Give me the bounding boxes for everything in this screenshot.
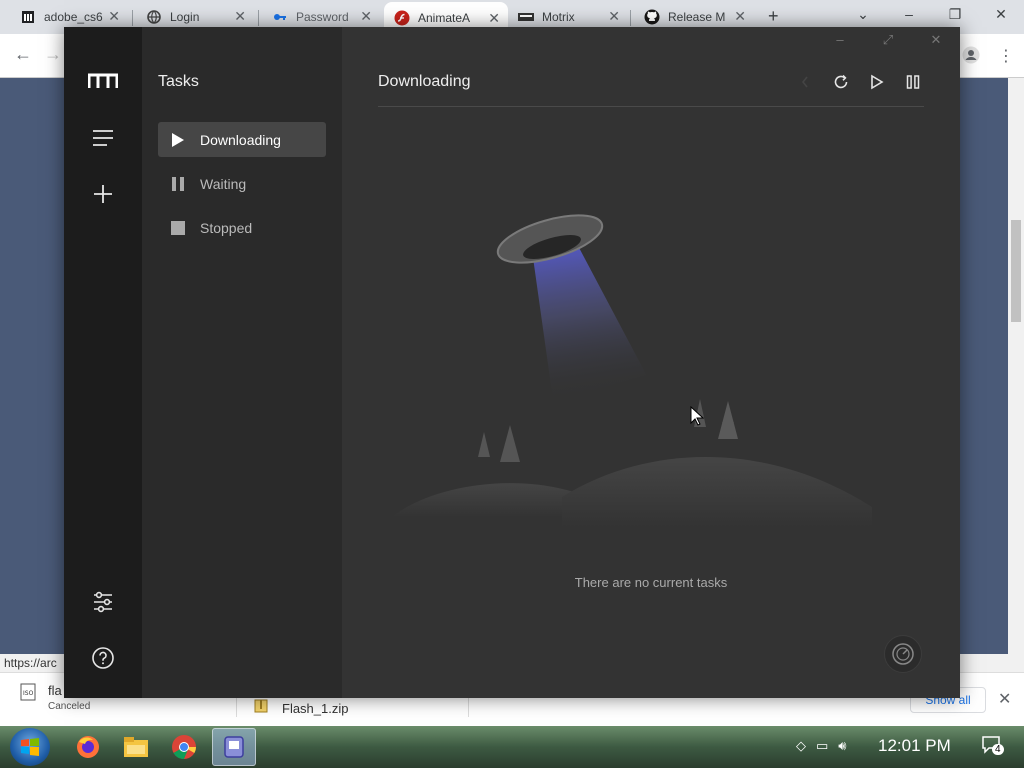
restore-icon[interactable]: ❐: [932, 0, 978, 30]
task-actions: [796, 73, 922, 91]
sidebar-title: Tasks: [158, 73, 199, 90]
chrome-taskbar-button[interactable]: [162, 728, 206, 766]
back-icon[interactable]: ←: [14, 44, 32, 65]
globe-icon: [146, 9, 162, 25]
firefox-icon: [77, 736, 99, 758]
add-task-icon[interactable]: [88, 179, 118, 209]
sidebar-item-downloading[interactable]: Downloading: [158, 122, 326, 157]
motrix-icon: [518, 9, 534, 25]
back-icon[interactable]: [796, 73, 814, 91]
empty-message: There are no current tasks: [574, 575, 728, 590]
firefox-taskbar-button[interactable]: [66, 728, 110, 766]
tab-label: Password: [296, 10, 349, 24]
sidebar-item-label: Waiting: [200, 175, 247, 192]
tab-label: AnimateA: [418, 11, 471, 25]
sidebar-item-label: Stopped: [200, 219, 253, 236]
tab-separator: [132, 10, 133, 26]
speedometer-button[interactable]: [884, 635, 922, 673]
vertical-scrollbar[interactable]: [1008, 78, 1024, 654]
taskbar-clock[interactable]: 12:01 PM: [878, 736, 951, 756]
start-button[interactable]: [10, 728, 50, 766]
notification-icon[interactable]: 4: [982, 736, 1004, 759]
zip-file-icon: [254, 699, 268, 716]
tab-label: Motrix: [542, 10, 575, 24]
refresh-icon[interactable]: [832, 73, 850, 91]
minimize-icon[interactable]: –: [816, 27, 864, 55]
key-icon: [272, 9, 288, 25]
notification-count: 4: [992, 744, 1004, 755]
windows-taskbar: ◇ ▭ 🔊︎ 12:01 PM 4: [0, 726, 1024, 768]
menu-icon[interactable]: [88, 123, 118, 153]
menu-kebab-icon[interactable]: ⋮: [998, 46, 1014, 66]
tab-label: Release M: [668, 10, 726, 24]
explorer-taskbar-button[interactable]: [114, 728, 158, 766]
forward-icon[interactable]: →: [44, 44, 62, 65]
motrix-window: Tasks Downloading Waiting Stopped – ⤢ ✕ …: [64, 27, 960, 698]
close-icon[interactable]: ✕: [234, 8, 246, 25]
chrome-icon: [172, 735, 196, 759]
tab-separator: [258, 10, 259, 26]
iso-file-icon: ISO: [20, 683, 36, 704]
svg-text:ISO: ISO: [23, 690, 34, 697]
speedometer-icon: [892, 643, 914, 665]
mouse-cursor: [690, 405, 705, 431]
volume-icon[interactable]: 🔊︎: [838, 738, 846, 754]
close-icon[interactable]: ✕: [488, 10, 500, 27]
help-icon[interactable]: [88, 643, 118, 673]
play-icon: [170, 132, 186, 148]
empty-state-illustration: [392, 214, 872, 527]
scroll-thumb[interactable]: [1011, 220, 1021, 322]
windows-logo-icon: [21, 738, 39, 756]
tab-separator: [630, 10, 631, 26]
tab-label: adobe_cs6: [44, 10, 103, 24]
task-main-panel: – ⤢ ✕ Downloading There are no current t…: [342, 27, 960, 698]
close-icon[interactable]: ✕: [912, 27, 960, 55]
system-tray: ◇ ▭ 🔊︎: [796, 738, 847, 754]
motrix-app-icon: [224, 736, 244, 758]
new-tab-button[interactable]: +: [768, 6, 779, 27]
pause-all-icon[interactable]: [904, 73, 922, 91]
motrix-rail: [64, 27, 142, 698]
pause-icon: [170, 176, 186, 192]
close-icon[interactable]: ✕: [608, 8, 620, 25]
close-icon[interactable]: ✕: [998, 689, 1011, 709]
network-icon[interactable]: ◇: [796, 738, 806, 754]
task-sidebar: Tasks Downloading Waiting Stopped: [142, 27, 342, 698]
motrix-taskbar-button[interactable]: [212, 728, 256, 766]
flash-icon: [394, 10, 410, 26]
motrix-logo: [87, 73, 119, 93]
divider: [378, 106, 924, 107]
close-icon[interactable]: ✕: [978, 0, 1024, 30]
sidebar-item-stopped[interactable]: Stopped: [158, 210, 326, 245]
motrix-window-controls: – ⤢ ✕: [816, 27, 960, 55]
download-name: fla: [48, 683, 62, 698]
monitor-icon[interactable]: ▭: [816, 738, 828, 754]
resume-all-icon[interactable]: [868, 73, 886, 91]
folder-icon: [124, 737, 148, 757]
download-status: Canceled: [48, 701, 91, 712]
sidebar-item-label: Downloading: [200, 131, 281, 148]
browser-window-controls: ⌄ – ❐ ✕: [840, 0, 1024, 30]
tab-label: Login: [170, 10, 200, 24]
minimize-icon[interactable]: –: [886, 0, 932, 30]
library-icon: [20, 9, 36, 25]
close-icon[interactable]: ✕: [734, 8, 746, 25]
github-icon: [644, 9, 660, 25]
page-title: Downloading: [378, 73, 471, 90]
stop-icon: [170, 220, 186, 236]
close-icon[interactable]: ✕: [108, 8, 120, 25]
profile-icon[interactable]: [962, 46, 980, 69]
download-name: Flash_1.zip: [282, 701, 349, 716]
preferences-icon[interactable]: [88, 587, 118, 617]
close-icon[interactable]: ✕: [360, 8, 372, 25]
tab-search-icon[interactable]: ⌄: [840, 0, 886, 30]
maximize-icon[interactable]: ⤢: [864, 27, 912, 55]
sidebar-item-waiting[interactable]: Waiting: [158, 166, 326, 201]
